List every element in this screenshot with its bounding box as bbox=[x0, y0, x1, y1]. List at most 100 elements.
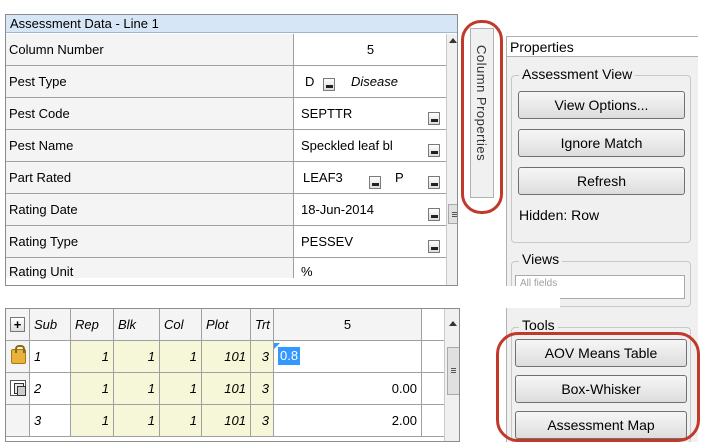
scroll-up-arrow-icon[interactable] bbox=[449, 38, 457, 43]
pest-type-dropdown-icon[interactable] bbox=[323, 78, 335, 91]
sub-value: 1 bbox=[34, 349, 42, 364]
cell-sub: 1 bbox=[30, 341, 71, 372]
cell-value-editing[interactable]: 0.8 bbox=[274, 341, 422, 372]
part-rated-field[interactable]: LEAF3 P bbox=[295, 162, 446, 193]
assessment-row-rating-date[interactable]: Rating Date 18-Jun-2014 bbox=[6, 194, 446, 226]
header-column-5[interactable]: 5 bbox=[274, 309, 422, 340]
grid-corner: + bbox=[6, 309, 30, 340]
properties-title: Properties bbox=[507, 37, 698, 57]
row-header bbox=[6, 405, 30, 436]
cell-rep: 1 bbox=[71, 405, 114, 436]
header-blk[interactable]: Blk bbox=[114, 309, 160, 340]
assessment-row-pest-type[interactable]: Pest Type D Disease bbox=[6, 66, 446, 98]
hidden-status-text: Hidden: Row bbox=[519, 207, 600, 223]
assessment-row-pest-code[interactable]: Pest Code SEPTTR bbox=[6, 98, 446, 130]
table-row[interactable]: 1 1 1 1 101 3 0.8 bbox=[6, 341, 459, 373]
plus-icon[interactable]: + bbox=[10, 317, 25, 332]
sub-value: 3 bbox=[34, 413, 42, 428]
cell-col: 1 bbox=[160, 373, 202, 404]
row-label: Part Rated bbox=[6, 162, 294, 193]
sub-value: 2 bbox=[34, 381, 42, 396]
part-rated-extra-dropdown-icon[interactable] bbox=[428, 176, 440, 189]
cell-trt: 3 bbox=[251, 405, 274, 436]
row-label: Rating Date bbox=[6, 194, 294, 225]
cell-sub: 3 bbox=[30, 405, 71, 436]
cell-plot: 101 bbox=[202, 373, 251, 404]
cell-value[interactable]: 2.00 bbox=[274, 405, 422, 436]
assessment-view-label: Assessment View bbox=[519, 66, 636, 82]
pest-code-value: SEPTTR bbox=[301, 106, 353, 121]
tools-label: Tools bbox=[519, 317, 558, 333]
view-options-button[interactable]: View Options... bbox=[518, 91, 685, 119]
copy-icon[interactable] bbox=[10, 380, 26, 396]
cell-plot: 101 bbox=[202, 405, 251, 436]
scrollbar-thumb[interactable] bbox=[447, 347, 459, 395]
cell-blk: 1 bbox=[114, 405, 160, 436]
refresh-button[interactable]: Refresh bbox=[518, 167, 685, 195]
rating-unit-value: % bbox=[301, 264, 313, 278]
grid-header-row: + Sub Rep Blk Col Plot Trt 5 bbox=[6, 309, 459, 341]
cell-blk: 1 bbox=[114, 341, 160, 372]
pest-code-dropdown-icon[interactable] bbox=[428, 112, 440, 125]
row-label: Rating Unit bbox=[6, 258, 294, 279]
cell-value[interactable]: 0.00 bbox=[274, 373, 422, 404]
assessment-data-panel: Assessment Data - Line 1 Column Number 5… bbox=[5, 14, 458, 286]
cell-trt: 3 bbox=[251, 373, 274, 404]
row-label: Column Number bbox=[6, 34, 294, 65]
rating-unit-field[interactable]: % bbox=[295, 258, 446, 278]
scroll-up-arrow-icon[interactable] bbox=[449, 321, 457, 326]
row-label: Pest Code bbox=[6, 98, 294, 129]
header-col[interactable]: Col bbox=[160, 309, 202, 340]
header-plot[interactable]: Plot bbox=[202, 309, 251, 340]
rating-date-dropdown-icon[interactable] bbox=[428, 208, 440, 221]
header-sub[interactable]: Sub bbox=[30, 309, 71, 340]
obscuring-band bbox=[0, 286, 560, 308]
header-rep[interactable]: Rep bbox=[71, 309, 114, 340]
cell-sub: 2 bbox=[30, 373, 71, 404]
cell-col: 1 bbox=[160, 405, 202, 436]
part-rated-dropdown-icon[interactable] bbox=[369, 176, 381, 189]
assessment-panel-title: Assessment Data - Line 1 bbox=[6, 15, 457, 33]
part-rated-value: LEAF3 bbox=[303, 170, 343, 185]
scrollbar-thumb[interactable] bbox=[448, 204, 457, 224]
pest-code-field[interactable]: SEPTTR bbox=[295, 98, 446, 129]
row-value[interactable]: 5 bbox=[295, 34, 446, 65]
grid-vertical-scrollbar[interactable] bbox=[444, 309, 459, 441]
row-header bbox=[6, 373, 30, 404]
row-label: Pest Type bbox=[6, 66, 294, 97]
rating-type-value: PESSEV bbox=[301, 234, 354, 249]
cell-col: 1 bbox=[160, 341, 202, 372]
rating-type-dropdown-icon[interactable] bbox=[428, 240, 440, 253]
lock-icon bbox=[11, 345, 26, 364]
highlight-circle bbox=[461, 20, 503, 214]
cell-trt: 3 bbox=[251, 341, 274, 372]
rating-type-field[interactable]: PESSEV bbox=[295, 226, 446, 257]
cell-rep: 1 bbox=[71, 373, 114, 404]
assessment-table: Column Number 5 Pest Type D Disease Pest… bbox=[6, 34, 446, 279]
pest-type-field[interactable]: D Disease bbox=[295, 66, 446, 97]
table-row[interactable]: 3 1 1 1 101 3 2.00 bbox=[6, 405, 459, 437]
assessment-row-part-rated[interactable]: Part Rated LEAF3 P bbox=[6, 162, 446, 194]
assessment-vertical-scrollbar[interactable] bbox=[446, 34, 457, 285]
value-input[interactable]: 0.8 bbox=[278, 347, 301, 365]
pest-name-dropdown-icon[interactable] bbox=[428, 144, 440, 157]
cell-rep: 1 bbox=[71, 341, 114, 372]
grip-icon bbox=[451, 368, 456, 369]
pest-type-name: Disease bbox=[351, 74, 398, 89]
views-label: Views bbox=[519, 251, 563, 267]
ignore-match-button[interactable]: Ignore Match bbox=[518, 129, 685, 157]
rating-date-field[interactable]: 18-Jun-2014 bbox=[295, 194, 446, 225]
app-window: Assessment Data - Line 1 Column Number 5… bbox=[0, 0, 702, 442]
table-row[interactable]: 2 1 1 1 101 3 0.00 bbox=[6, 373, 459, 405]
highlight-circle bbox=[496, 332, 700, 442]
pest-name-value: Speckled leaf bl bbox=[301, 138, 393, 153]
header-trt[interactable]: Trt bbox=[251, 309, 274, 340]
assessment-row-rating-unit[interactable]: Rating Unit % bbox=[6, 258, 446, 279]
assessment-row-pest-name[interactable]: Pest Name Speckled leaf bl bbox=[6, 130, 446, 162]
cell-blk: 1 bbox=[114, 373, 160, 404]
assessment-row-rating-type[interactable]: Rating Type PESSEV bbox=[6, 226, 446, 258]
plot-data-grid: + Sub Rep Blk Col Plot Trt 5 1 1 1 1 101… bbox=[5, 308, 460, 442]
pest-name-field[interactable]: Speckled leaf bl bbox=[295, 130, 446, 161]
assessment-row-column-number[interactable]: Column Number 5 bbox=[6, 34, 446, 66]
rating-date-value: 18-Jun-2014 bbox=[301, 202, 374, 217]
